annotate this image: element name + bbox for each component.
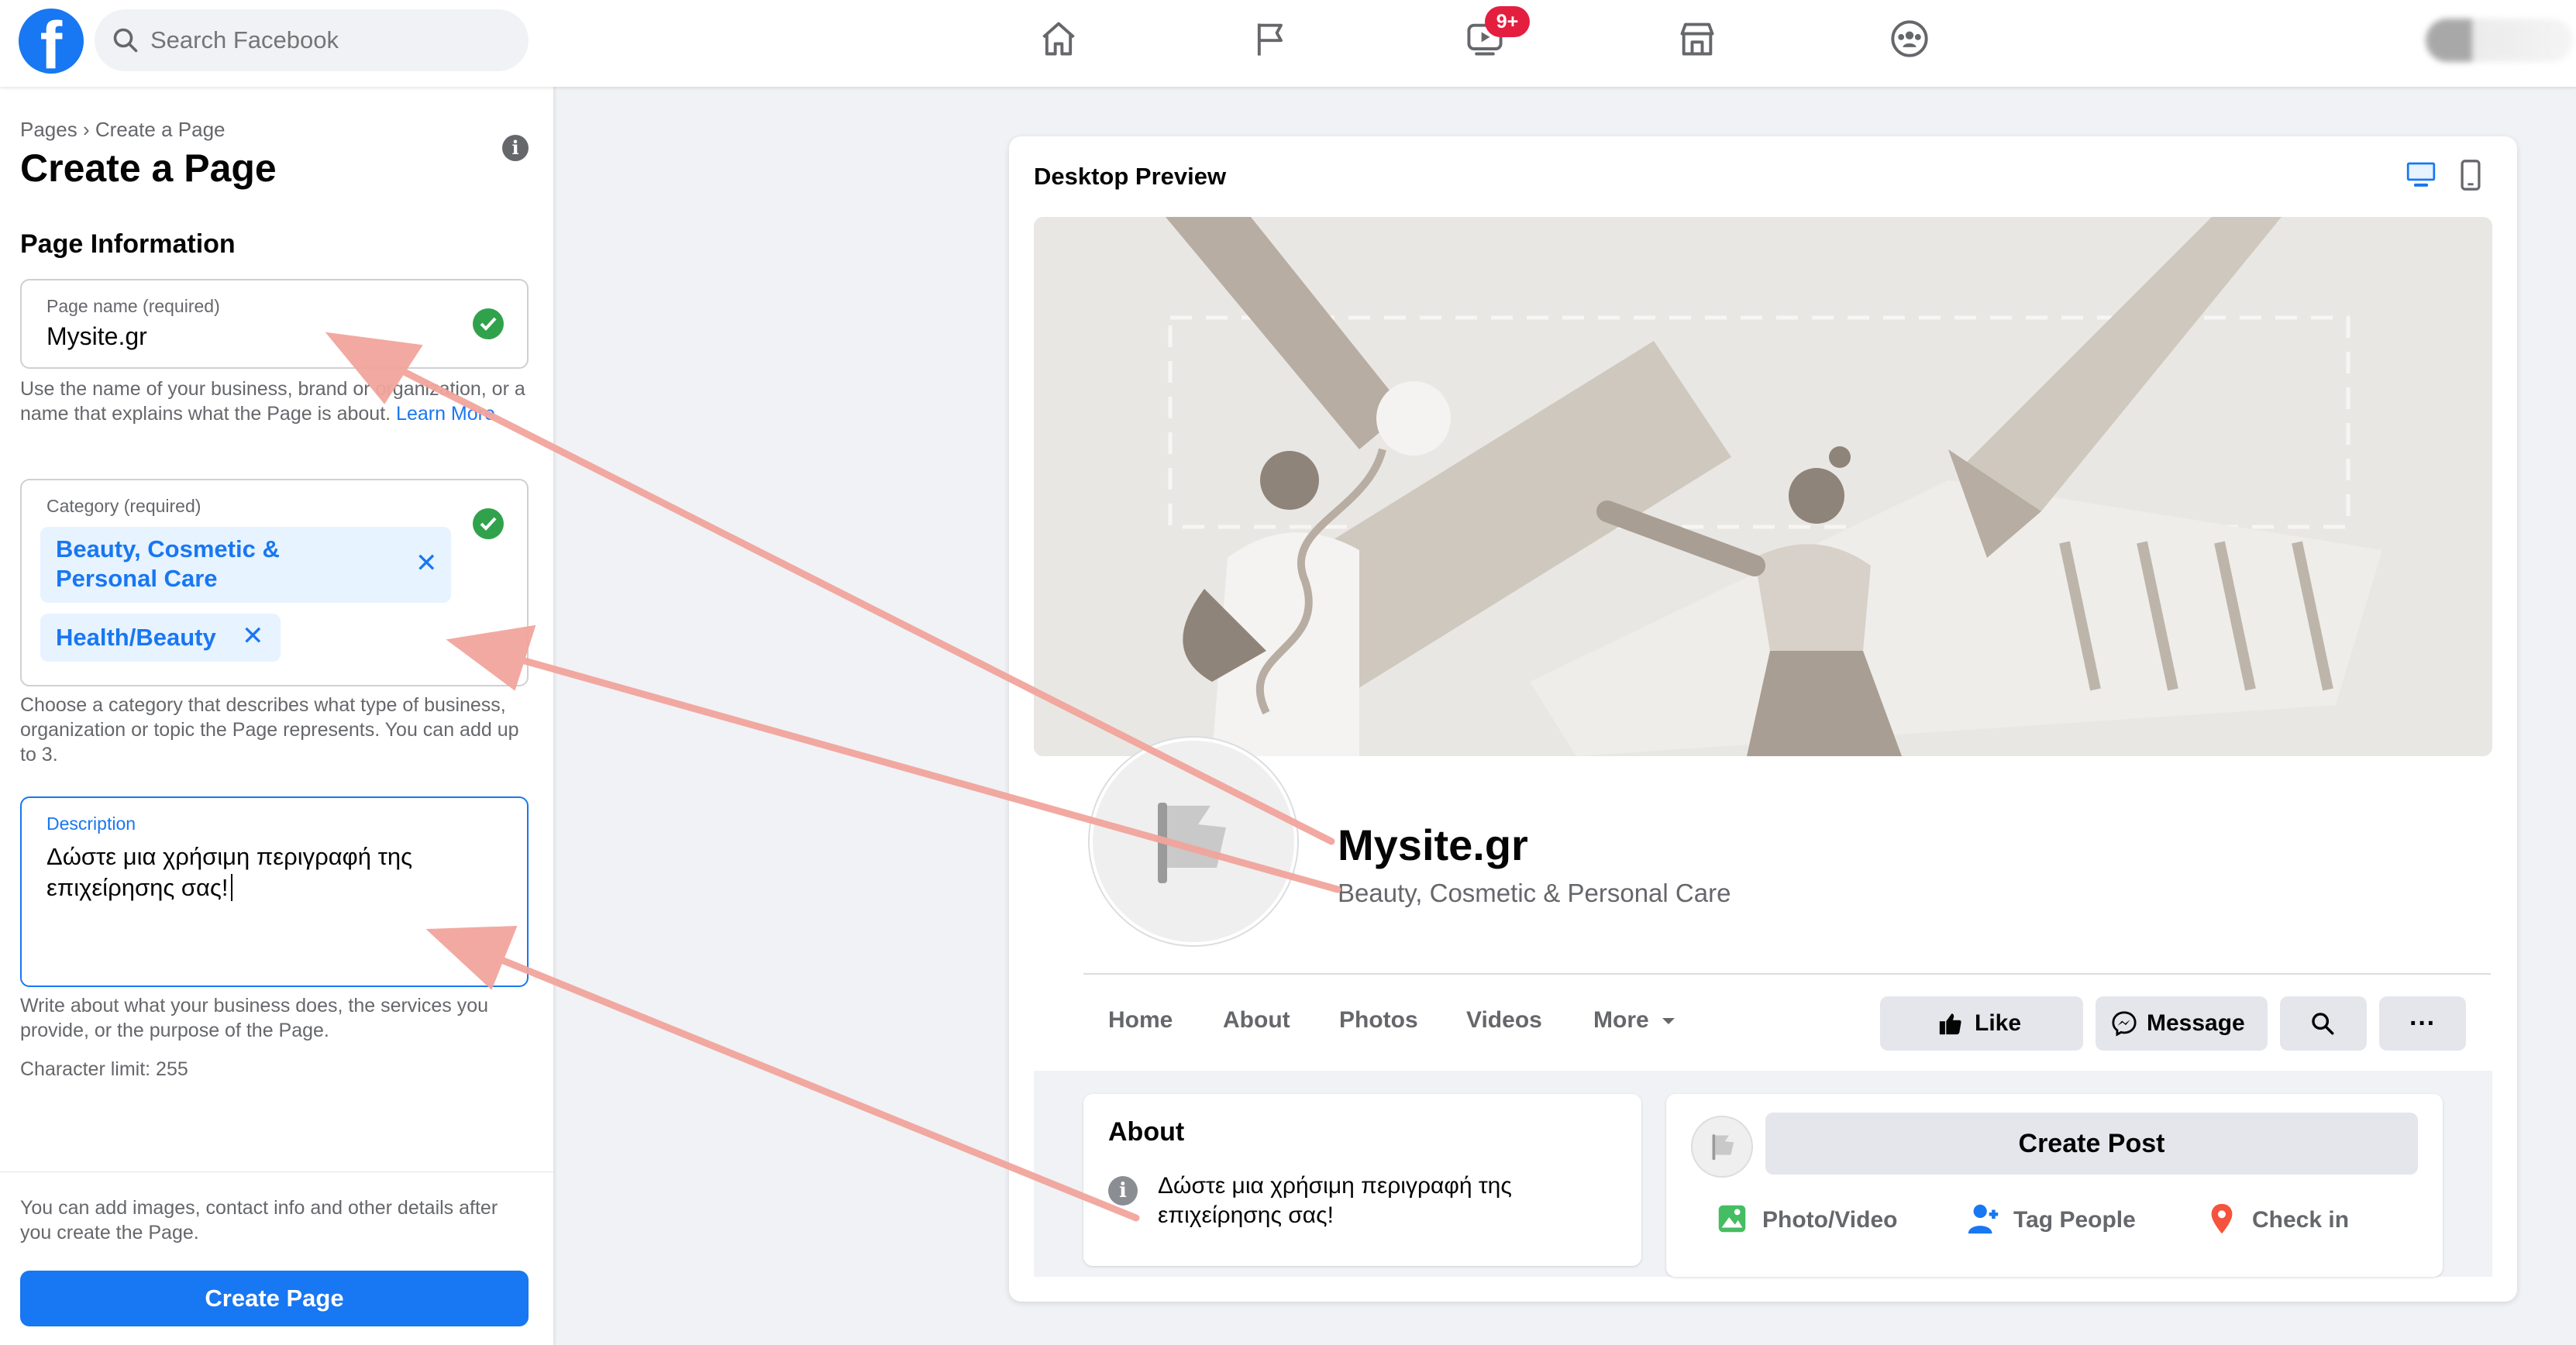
- close-icon[interactable]: ✕: [415, 549, 438, 578]
- desktop-preview-card: Desktop Preview Mysite.gr Beauty, Cosmet…: [1009, 136, 2517, 1302]
- page-avatar: [1691, 1116, 1753, 1178]
- description-textarea[interactable]: Δώστε μια χρήσιμη περιγραφή της επιχείρη…: [46, 841, 480, 903]
- create-post-button[interactable]: Create Post: [1765, 1113, 2418, 1175]
- tag-people-action[interactable]: Tag People: [1968, 1204, 2136, 1234]
- search-input[interactable]: [150, 9, 507, 71]
- about-description: Δώστε μια χρήσιμη περιγραφή της επιχείρη…: [1158, 1173, 1512, 1228]
- message-button[interactable]: Message: [2096, 996, 2268, 1051]
- category-chip-label: Health/Beauty: [56, 624, 216, 651]
- like-button[interactable]: Like: [1880, 996, 2083, 1051]
- flag-icon: [1257, 23, 1283, 56]
- learn-more-link[interactable]: Learn More: [396, 403, 495, 425]
- category-field[interactable]: Category (required) Beauty, Cosmetic & P…: [20, 479, 529, 686]
- create-page-sidebar: Pages › Create a Page Create a Page i Pa…: [0, 87, 553, 1345]
- page-name-help: Use the name of your business, brand or …: [20, 378, 525, 425]
- page-name-field[interactable]: Page name (required) Mysite.gr: [20, 279, 529, 369]
- divider: [1083, 973, 2491, 975]
- about-title: About: [1108, 1117, 1185, 1147]
- flag-icon: [1158, 803, 1226, 883]
- home-tab[interactable]: [1031, 15, 1087, 71]
- breadcrumb[interactable]: Pages › Create a Page: [20, 118, 226, 142]
- info-icon: i: [1108, 1176, 1138, 1206]
- category-chip-label: Beauty, Cosmetic & Personal Care: [56, 535, 280, 592]
- messenger-icon: [2112, 1011, 2137, 1037]
- home-icon: [1042, 22, 1075, 56]
- check-in-action[interactable]: Check in: [2211, 1203, 2349, 1234]
- tag-people-icon: [1968, 1204, 1999, 1234]
- character-limit: Character limit: 255: [20, 1058, 188, 1080]
- photo-icon: [1718, 1205, 1746, 1233]
- search-box[interactable]: [95, 9, 529, 71]
- cover-illustration: [1034, 217, 2492, 756]
- top-navigation-bar: f 9+: [0, 0, 2576, 87]
- preview-title: Desktop Preview: [1034, 163, 1227, 190]
- mobile-icon[interactable]: [2458, 160, 2483, 191]
- about-card: About i Δώστε μια χρήσιμη περιγραφή της …: [1083, 1094, 1641, 1266]
- description-label: Description: [46, 814, 136, 834]
- cover-photo: [1034, 217, 2492, 756]
- description-field[interactable]: Description Δώστε μια χρήσιμη περιγραφή …: [20, 796, 529, 987]
- notification-badge: 9+: [1485, 6, 1530, 37]
- marketplace-tab[interactable]: [1669, 15, 1725, 71]
- page-name-value[interactable]: Mysite.gr: [46, 322, 147, 351]
- tab-more[interactable]: More: [1593, 1007, 1677, 1034]
- valid-check-icon: [473, 508, 504, 539]
- groups-tab[interactable]: [1882, 15, 1937, 71]
- search-icon: [113, 28, 138, 53]
- page-name-label: Page name (required): [46, 296, 220, 316]
- profile-picture: [1090, 738, 1297, 945]
- category-chip: Beauty, Cosmetic & Personal Care ✕: [40, 527, 451, 603]
- category-help: Choose a category that describes what ty…: [20, 694, 519, 765]
- facebook-logo[interactable]: f: [19, 9, 84, 79]
- caret-down-icon: [1662, 1018, 1675, 1024]
- groups-icon: [1891, 20, 1928, 57]
- valid-check-icon: [473, 308, 504, 339]
- marketplace-icon: [1680, 22, 1714, 56]
- pages-tab[interactable]: [1243, 15, 1299, 71]
- preview-page-name: Mysite.gr: [1338, 820, 1528, 869]
- search-icon: [2312, 1013, 2334, 1035]
- preview-page-category: Beauty, Cosmetic & Personal Care: [1338, 879, 1731, 907]
- info-icon[interactable]: i: [502, 135, 529, 161]
- tab-home[interactable]: Home: [1108, 1007, 1173, 1034]
- thumbs-up-icon: [1939, 1013, 1961, 1035]
- photo-video-action[interactable]: Photo/Video: [1718, 1205, 1897, 1233]
- flag-icon: [1712, 1134, 1734, 1160]
- location-pin-icon: [2211, 1203, 2233, 1234]
- footer-note: You can add images, contact info and oth…: [20, 1197, 498, 1244]
- section-title: Page Information: [20, 229, 236, 259]
- close-icon[interactable]: ✕: [242, 621, 264, 651]
- category-label: Category (required): [46, 496, 201, 516]
- create-post-card: Create Post Photo/Video Tag People Check…: [1666, 1094, 2443, 1277]
- tab-about[interactable]: About: [1223, 1007, 1290, 1034]
- desktop-icon[interactable]: [2404, 160, 2438, 191]
- search-button[interactable]: [2280, 996, 2367, 1051]
- tab-videos[interactable]: Videos: [1466, 1007, 1542, 1034]
- tab-photos[interactable]: Photos: [1339, 1007, 1418, 1034]
- category-chip: Health/Beauty ✕: [40, 614, 281, 662]
- create-page-button[interactable]: Create Page: [20, 1271, 529, 1326]
- description-help: Write about what your business does, the…: [20, 995, 489, 1041]
- page-title: Create a Page: [20, 146, 277, 190]
- account-avatar[interactable]: [2426, 19, 2573, 62]
- more-options-button[interactable]: ···: [2379, 996, 2466, 1051]
